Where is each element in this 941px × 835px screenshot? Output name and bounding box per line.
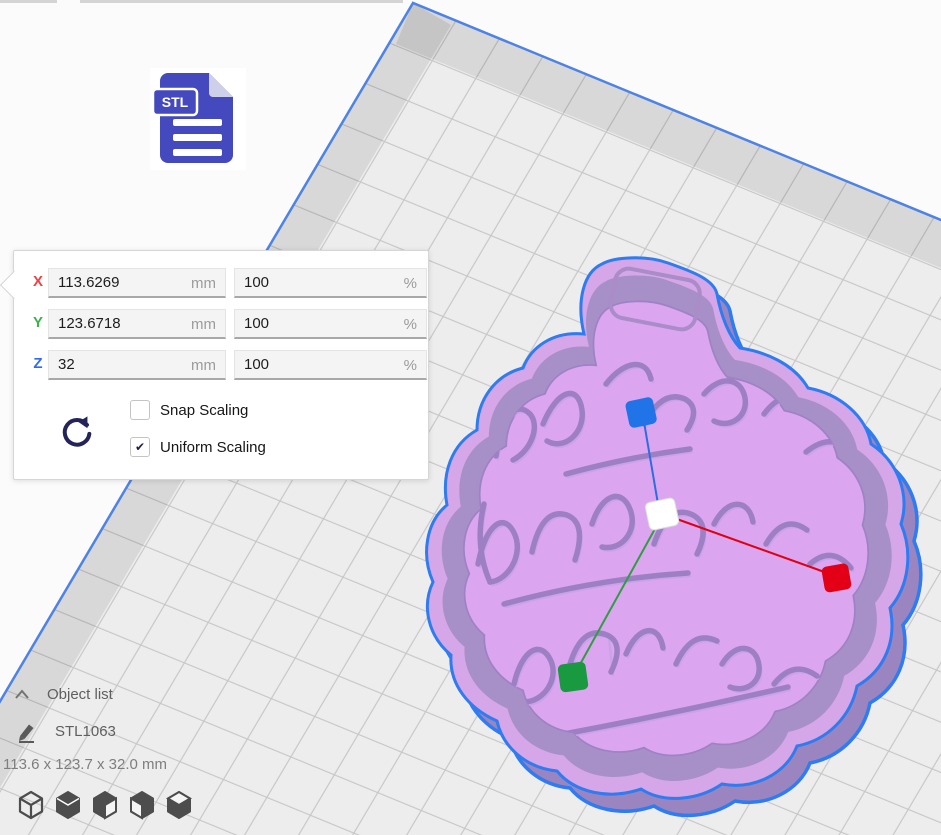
cube-left-face-icon	[127, 789, 157, 821]
snap-scaling-option[interactable]: Snap Scaling	[130, 400, 266, 420]
scale-handle-z[interactable]	[625, 396, 658, 428]
scale-tool-panel: X mm % Y mm % Z mm	[13, 250, 429, 480]
y-size-field: mm	[48, 309, 226, 339]
cube-wireframe-icon	[16, 789, 46, 821]
scaling-options: Snap Scaling ✔ Uniform Scaling	[130, 400, 266, 474]
window-edge	[80, 0, 403, 3]
y-percent-field: %	[234, 309, 427, 339]
axis-y-label: Y	[29, 314, 47, 331]
uniform-scaling-option[interactable]: ✔ Uniform Scaling	[130, 437, 266, 457]
axis-x-label: X	[29, 273, 47, 290]
z-percent-field: %	[234, 350, 427, 380]
object-name[interactable]: STL1063	[55, 723, 116, 740]
scale-handle-uniform[interactable]	[644, 497, 679, 531]
view-left-button[interactable]	[127, 789, 157, 821]
x-size-input[interactable]	[49, 269, 225, 296]
cube-solid-icon	[53, 789, 83, 821]
window-edge	[0, 0, 57, 3]
snap-scaling-label: Snap Scaling	[160, 402, 248, 419]
slicer-viewport: STL X mm % Y mm	[0, 0, 941, 835]
cube-right-face-icon	[90, 789, 120, 821]
z-size-input[interactable]	[49, 351, 225, 378]
view-preset-toolbar	[16, 789, 194, 821]
chevron-up-icon[interactable]	[14, 688, 30, 700]
scale-handle-y[interactable]	[557, 661, 589, 693]
y-percent-input[interactable]	[235, 310, 426, 337]
reset-scale-button[interactable]	[58, 413, 96, 451]
y-size-input[interactable]	[49, 310, 225, 337]
object-dimensions: 113.6 x 123.7 x 32.0 mm	[3, 756, 167, 773]
z-size-field: mm	[48, 350, 226, 380]
stl-label-text: STL	[162, 94, 189, 110]
checkmark-icon: ✔	[135, 441, 145, 453]
scale-row-z: Z mm %	[14, 350, 428, 380]
snap-scaling-checkbox[interactable]	[130, 400, 150, 420]
scale-row-x: X mm %	[14, 268, 428, 298]
cube-top-face-icon	[164, 789, 194, 821]
x-percent-field: %	[234, 268, 427, 298]
x-percent-input[interactable]	[235, 269, 426, 296]
reset-icon	[58, 413, 96, 451]
scale-row-y: Y mm %	[14, 309, 428, 339]
view-right-button[interactable]	[164, 789, 194, 821]
stl-file-icon: STL	[150, 68, 246, 170]
view-front-button[interactable]	[53, 789, 83, 821]
x-size-field: mm	[48, 268, 226, 298]
edit-pencil-icon[interactable]	[16, 720, 40, 744]
scale-handle-x[interactable]	[821, 563, 852, 593]
view-top-button[interactable]	[90, 789, 120, 821]
z-percent-input[interactable]	[235, 351, 426, 378]
axis-z-label: Z	[29, 355, 47, 372]
view-3d-button[interactable]	[16, 789, 46, 821]
uniform-scaling-label: Uniform Scaling	[160, 439, 266, 456]
uniform-scaling-checkbox[interactable]: ✔	[130, 437, 150, 457]
object-list-title[interactable]: Object list	[47, 686, 113, 703]
